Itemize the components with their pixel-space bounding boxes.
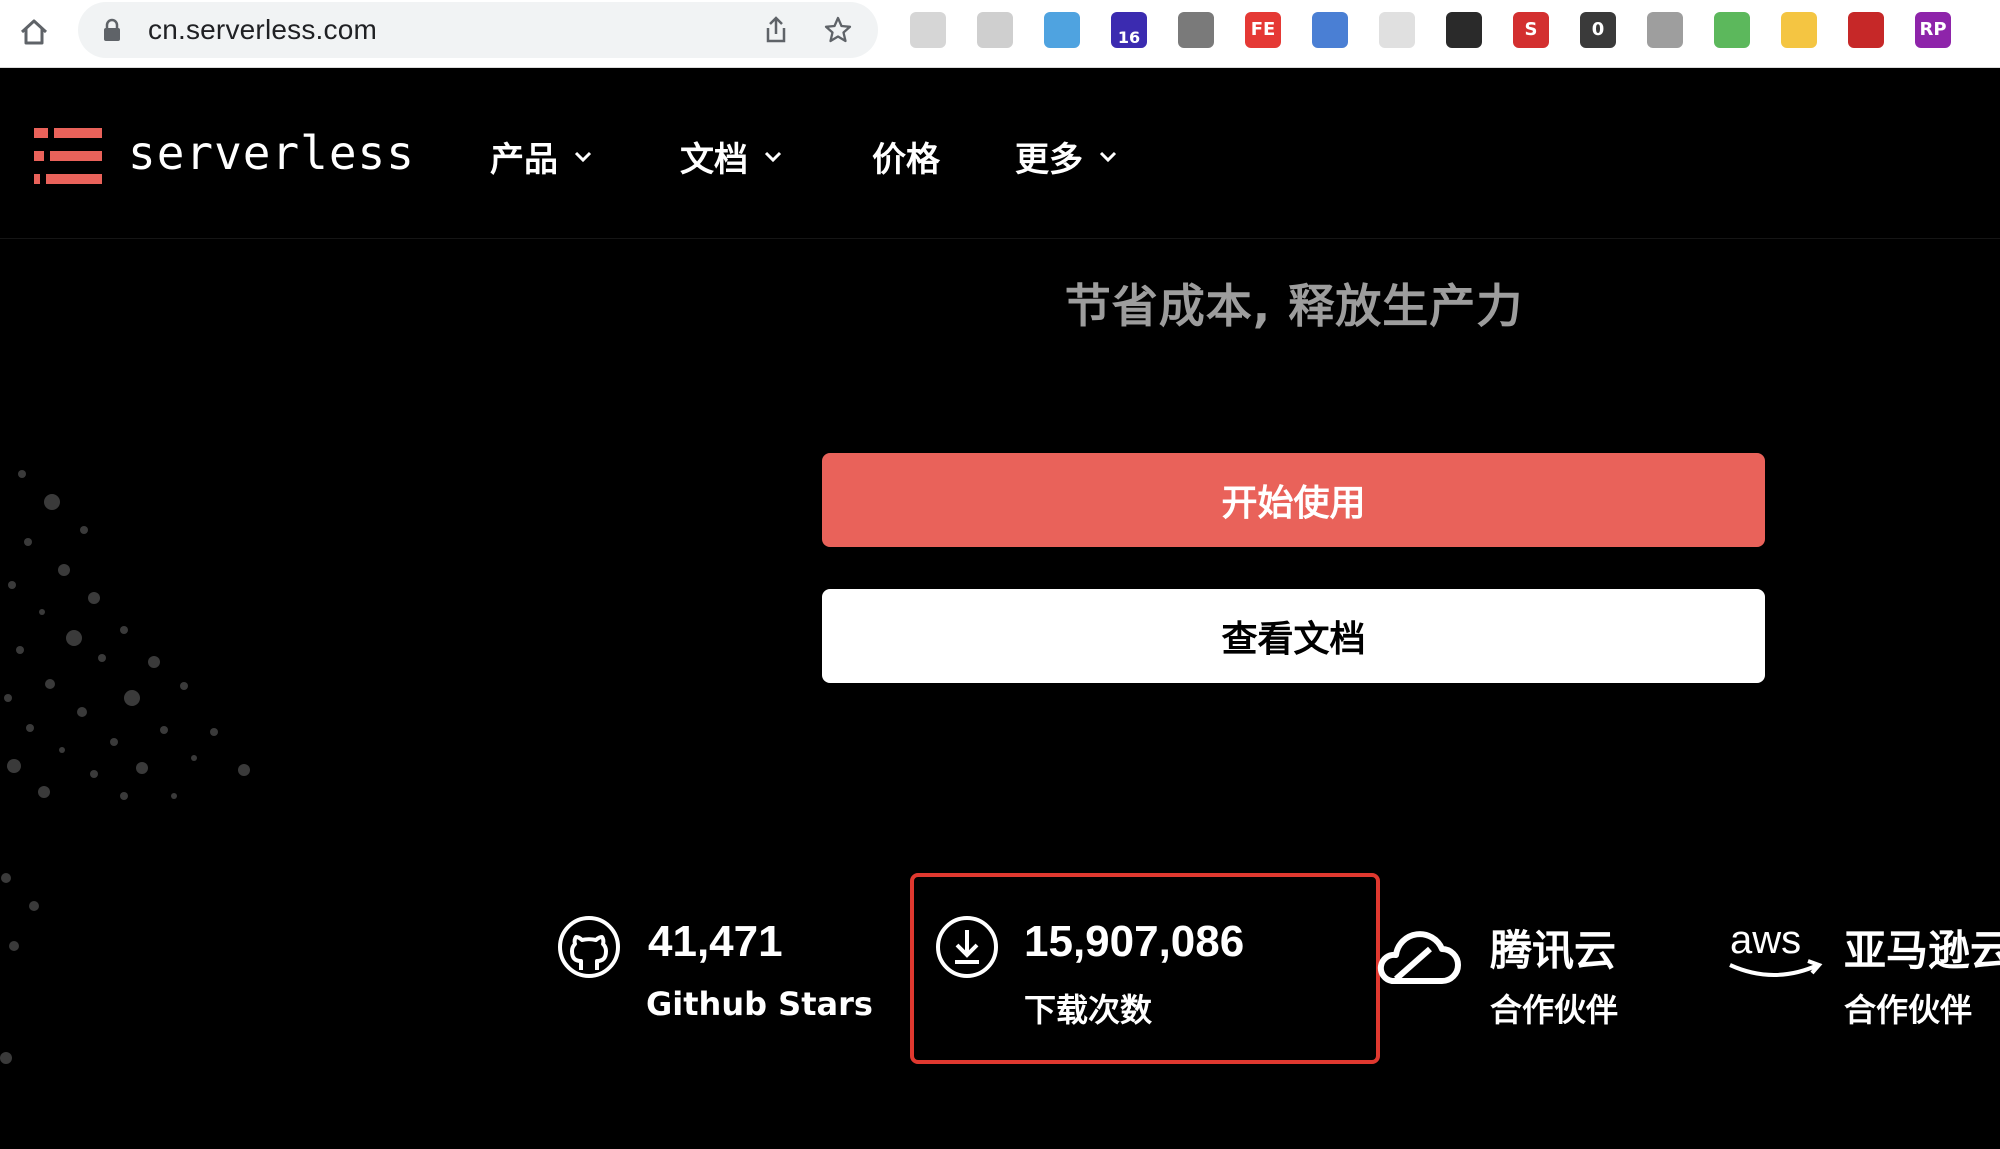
stat-label: 合作伙伴 xyxy=(1844,991,1973,1029)
svg-text:aws: aws xyxy=(1730,919,1801,962)
fe-icon[interactable]: FE xyxy=(1245,12,1281,48)
wrench-icon[interactable] xyxy=(1178,12,1214,48)
decorative-dot xyxy=(0,1052,12,1064)
nav-products[interactable]: 产品 xyxy=(490,132,594,181)
home-icon[interactable] xyxy=(14,12,54,52)
rp-icon[interactable]: RP xyxy=(1915,12,1951,48)
get-started-button[interactable]: 开始使用 xyxy=(822,453,1765,547)
decorative-dot xyxy=(98,654,106,662)
github-icon xyxy=(558,916,620,978)
decorative-dot xyxy=(120,626,128,634)
aws-icon: aws xyxy=(1729,919,1823,977)
highlight-annotation xyxy=(910,873,1380,1064)
note-icon[interactable] xyxy=(1379,12,1415,48)
download-arrow-icon[interactable] xyxy=(1781,12,1817,48)
decorative-dot xyxy=(238,764,250,776)
decorative-dot xyxy=(7,759,21,773)
site-header: serverless 产品 文档 价格 更多 xyxy=(0,68,2000,239)
decorative-dot xyxy=(191,755,197,761)
bookmark-star-icon[interactable] xyxy=(822,14,854,46)
decorative-dot xyxy=(45,679,55,689)
decorative-dot xyxy=(59,747,65,753)
wave-icon[interactable] xyxy=(1044,12,1080,48)
decorative-dot xyxy=(110,738,118,746)
url-text[interactable]: cn.serverless.com xyxy=(148,14,377,46)
eyedropper-icon[interactable] xyxy=(1446,12,1482,48)
stat-aws: aws 亚马逊云 合作伙伴 xyxy=(1722,905,2000,1055)
decorative-dot xyxy=(180,682,188,690)
react-devtools-icon[interactable] xyxy=(910,12,946,48)
address-bar[interactable]: cn.serverless.com xyxy=(78,2,878,58)
vue-icon[interactable] xyxy=(1647,12,1683,48)
stat-value: 41,471 xyxy=(648,917,783,966)
red-shape-icon[interactable] xyxy=(1848,12,1884,48)
decorative-dot xyxy=(1,873,11,883)
zero-icon[interactable]: 0 xyxy=(1580,12,1616,48)
decorative-dot xyxy=(29,901,39,911)
chevron-down-icon xyxy=(574,151,592,162)
decorative-dot xyxy=(90,770,98,778)
decorative-dot xyxy=(124,690,140,706)
browser-toolbar: cn.serverless.com 16 FE S 0 RP xyxy=(0,0,2000,68)
stat-value: 腾讯云 xyxy=(1490,926,1617,975)
stat-value: 亚马逊云 xyxy=(1844,926,2000,975)
serverless-logo-icon[interactable] xyxy=(34,128,102,184)
brand-name[interactable]: serverless xyxy=(128,126,415,180)
share-icon[interactable] xyxy=(760,14,792,46)
decorative-dot xyxy=(18,470,26,478)
decorative-dot xyxy=(24,538,32,546)
decorative-dot xyxy=(9,941,19,951)
target-icon[interactable] xyxy=(977,12,1013,48)
decorative-dot xyxy=(120,792,128,800)
nav-label: 更多 xyxy=(1015,140,1083,180)
view-docs-button[interactable]: 查看文档 xyxy=(822,589,1765,683)
chevron-down-icon xyxy=(1099,151,1117,162)
lock-icon[interactable] xyxy=(102,18,122,42)
decorative-dot xyxy=(171,793,177,799)
stat-label: Github Stars xyxy=(646,985,873,1023)
decorative-dot xyxy=(88,592,100,604)
decorative-dot xyxy=(148,656,160,668)
chevron-down-icon xyxy=(764,151,782,162)
s-icon[interactable]: S xyxy=(1513,12,1549,48)
decorative-dot xyxy=(4,694,12,702)
decorative-dot xyxy=(39,609,45,615)
decorative-dot xyxy=(80,526,88,534)
stat-label: 合作伙伴 xyxy=(1490,991,1619,1029)
nav-more[interactable]: 更多 xyxy=(1015,132,1119,181)
nav-pricing[interactable]: 价格 xyxy=(872,132,940,181)
decorative-dots xyxy=(0,470,250,1064)
decorative-dot xyxy=(160,726,168,734)
decorative-dot xyxy=(38,786,50,798)
decorative-dot xyxy=(58,564,70,576)
decorative-dot xyxy=(66,630,82,646)
diamond-icon[interactable] xyxy=(1714,12,1750,48)
tencent-cloud-icon xyxy=(1377,931,1461,984)
graduation-cap-icon[interactable]: 16 xyxy=(1111,12,1147,48)
decorative-dot xyxy=(210,728,218,736)
decorative-dot xyxy=(44,494,60,510)
nav-label: 价格 xyxy=(872,140,940,180)
decorative-dot xyxy=(16,646,24,654)
nav-label: 文档 xyxy=(680,140,748,180)
decorative-dot xyxy=(26,724,34,732)
decorative-dot xyxy=(77,707,87,717)
magnifier-icon[interactable] xyxy=(1312,12,1348,48)
stat-github: 41,471 Github Stars xyxy=(556,905,873,1055)
stat-tencent-cloud: 腾讯云 合作伙伴 xyxy=(1370,905,1650,1055)
nav-label: 产品 xyxy=(490,140,558,180)
hero-tagline: 节省成本, 释放生产力 xyxy=(1064,279,1524,333)
decorative-dot xyxy=(8,581,16,589)
nav-docs[interactable]: 文档 xyxy=(680,132,784,181)
decorative-dot xyxy=(136,762,148,774)
extensions-bar: 16 FE S 0 RP xyxy=(900,8,2000,52)
